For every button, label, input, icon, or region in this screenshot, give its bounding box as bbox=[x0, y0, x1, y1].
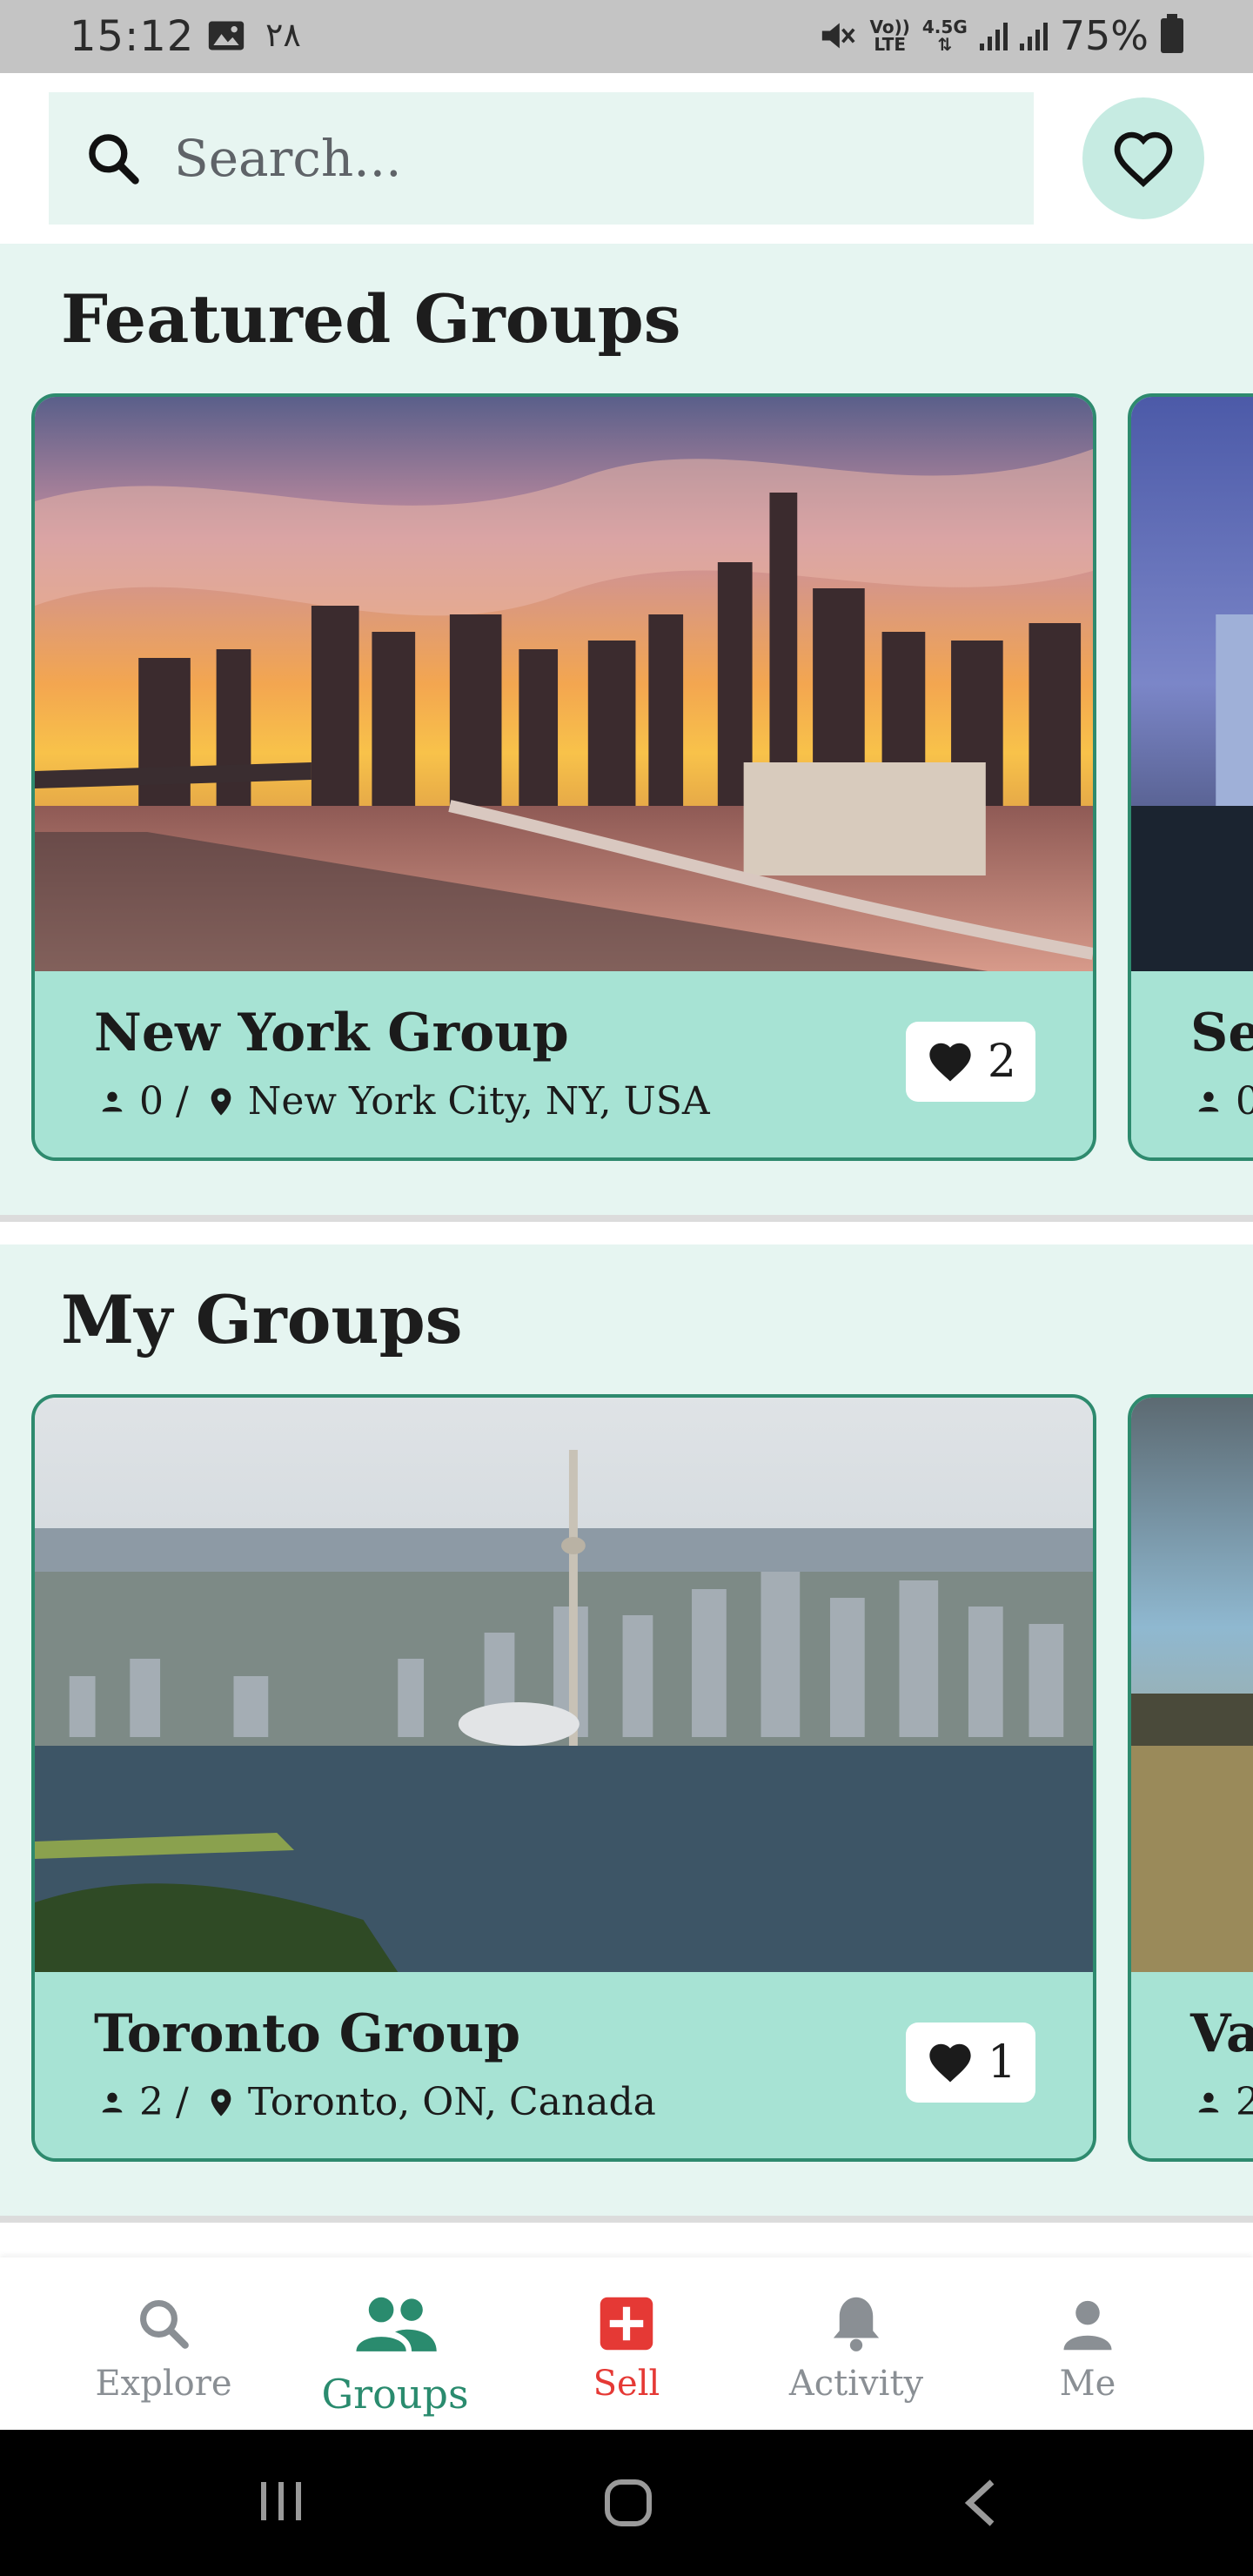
group-name: New York Group bbox=[94, 1003, 569, 1063]
system-navigation-bar bbox=[0, 2430, 1253, 2576]
nav-label: Groups bbox=[321, 2371, 469, 2418]
person-icon bbox=[102, 1091, 123, 1111]
group-photo-toronto bbox=[35, 1398, 1093, 1972]
like-button[interactable]: 1 bbox=[905, 2023, 1035, 2103]
group-location: New York City, NY, USA bbox=[247, 1079, 710, 1124]
nav-label: Explore bbox=[95, 2364, 232, 2404]
status-indicator-text: ٢٨ bbox=[265, 16, 301, 54]
location-pin-icon bbox=[211, 1087, 231, 1116]
person-icon bbox=[1198, 2092, 1219, 2112]
card-info: Va 2 bbox=[1131, 1972, 1253, 2158]
group-name: Sea bbox=[1190, 1003, 1253, 1063]
groups-icon bbox=[356, 2297, 437, 2351]
group-name: Va bbox=[1190, 2003, 1253, 2064]
group-location: Toronto, ON, Canada bbox=[247, 2080, 656, 2124]
nav-explore[interactable]: Explore bbox=[59, 2257, 268, 2430]
nav-label: Sell bbox=[593, 2364, 660, 2404]
image-notification-icon bbox=[208, 21, 245, 50]
featured-groups-section: Featured Groups New York Group 0 / New Y… bbox=[0, 244, 1253, 1215]
nav-activity[interactable]: Activity bbox=[752, 2257, 961, 2430]
nav-sell[interactable]: Sell bbox=[522, 2257, 731, 2430]
bell-icon bbox=[833, 2297, 880, 2351]
nav-me[interactable]: Me bbox=[983, 2257, 1192, 2430]
signal-strength-icon-2 bbox=[1019, 21, 1048, 50]
volte-indicator: Vo)) LTE bbox=[869, 17, 910, 55]
search-bar[interactable] bbox=[49, 92, 1034, 225]
battery-percent: 75% bbox=[1059, 12, 1149, 59]
heart-outline-icon bbox=[1114, 131, 1173, 187]
member-count: 2 / bbox=[139, 2080, 189, 2124]
status-bar: 15:12 ٢٨ Vo)) LTE 4.5G ⇅ 75% bbox=[0, 0, 1253, 73]
nav-groups[interactable]: Groups bbox=[291, 2257, 499, 2430]
favorites-button[interactable] bbox=[1082, 97, 1204, 219]
group-card-partial[interactable]: Va 2 bbox=[1128, 1394, 1253, 2162]
group-meta: 0 / New York City, NY, USA bbox=[97, 1079, 710, 1124]
like-button[interactable]: 2 bbox=[905, 1022, 1035, 1102]
member-count: 0 / bbox=[139, 1079, 189, 1124]
section-divider bbox=[0, 2216, 1253, 2223]
network-type: 4.5G ⇅ bbox=[921, 17, 968, 55]
mute-icon bbox=[822, 23, 856, 49]
search-icon bbox=[140, 2300, 189, 2349]
like-count: 2 bbox=[987, 1036, 1016, 1088]
group-meta: 2 bbox=[1194, 2080, 1253, 2124]
member-count: 0 bbox=[1236, 1079, 1253, 1124]
group-photo-partial bbox=[1131, 1398, 1253, 1972]
like-count: 1 bbox=[987, 2036, 1016, 2089]
group-card-partial[interactable]: Sea 0 bbox=[1128, 393, 1253, 1161]
person-icon bbox=[1063, 2300, 1112, 2351]
person-icon bbox=[1198, 1091, 1219, 1111]
search-icon bbox=[89, 134, 139, 184]
section-title: Featured Groups bbox=[61, 280, 681, 358]
group-name: Toronto Group bbox=[94, 2003, 521, 2064]
heart-filled-icon bbox=[929, 2043, 971, 2083]
person-icon bbox=[102, 2092, 123, 2112]
card-info: Toronto Group 2 / Toronto, ON, Canada 1 bbox=[35, 1972, 1093, 2158]
my-groups-section: My Groups Toronto Group 2 / Toronto, ON,… bbox=[0, 1244, 1253, 2216]
section-divider bbox=[0, 1215, 1253, 1222]
signal-strength-icon bbox=[979, 21, 1008, 50]
battery-icon bbox=[1161, 14, 1183, 53]
section-title: My Groups bbox=[61, 1281, 463, 1358]
group-meta: 2 / Toronto, ON, Canada bbox=[97, 2080, 656, 2124]
nav-label: Me bbox=[1059, 2364, 1116, 2404]
group-photo-new-york bbox=[35, 397, 1093, 971]
group-photo-partial bbox=[1131, 397, 1253, 971]
top-bar bbox=[0, 73, 1253, 244]
nav-label: Activity bbox=[788, 2364, 924, 2404]
card-info: New York Group 0 / New York City, NY, US… bbox=[35, 971, 1093, 1157]
back-icon[interactable] bbox=[961, 2477, 999, 2529]
recent-apps-icon[interactable] bbox=[258, 2479, 305, 2524]
heart-filled-icon bbox=[929, 1043, 971, 1082]
member-count: 2 bbox=[1236, 2080, 1253, 2124]
home-icon[interactable] bbox=[602, 2477, 654, 2529]
card-info: Sea 0 bbox=[1131, 971, 1253, 1157]
location-pin-icon bbox=[211, 2088, 231, 2116]
group-card-new-york[interactable]: New York Group 0 / New York City, NY, US… bbox=[31, 393, 1096, 1161]
bottom-navigation: Explore Groups Sell Activity Me bbox=[0, 2257, 1253, 2430]
search-input[interactable] bbox=[174, 129, 957, 188]
group-meta: 0 bbox=[1194, 1079, 1253, 1124]
plus-box-icon bbox=[600, 2297, 653, 2351]
status-time: 15:12 bbox=[70, 12, 195, 61]
group-card-toronto[interactable]: Toronto Group 2 / Toronto, ON, Canada 1 bbox=[31, 1394, 1096, 2162]
